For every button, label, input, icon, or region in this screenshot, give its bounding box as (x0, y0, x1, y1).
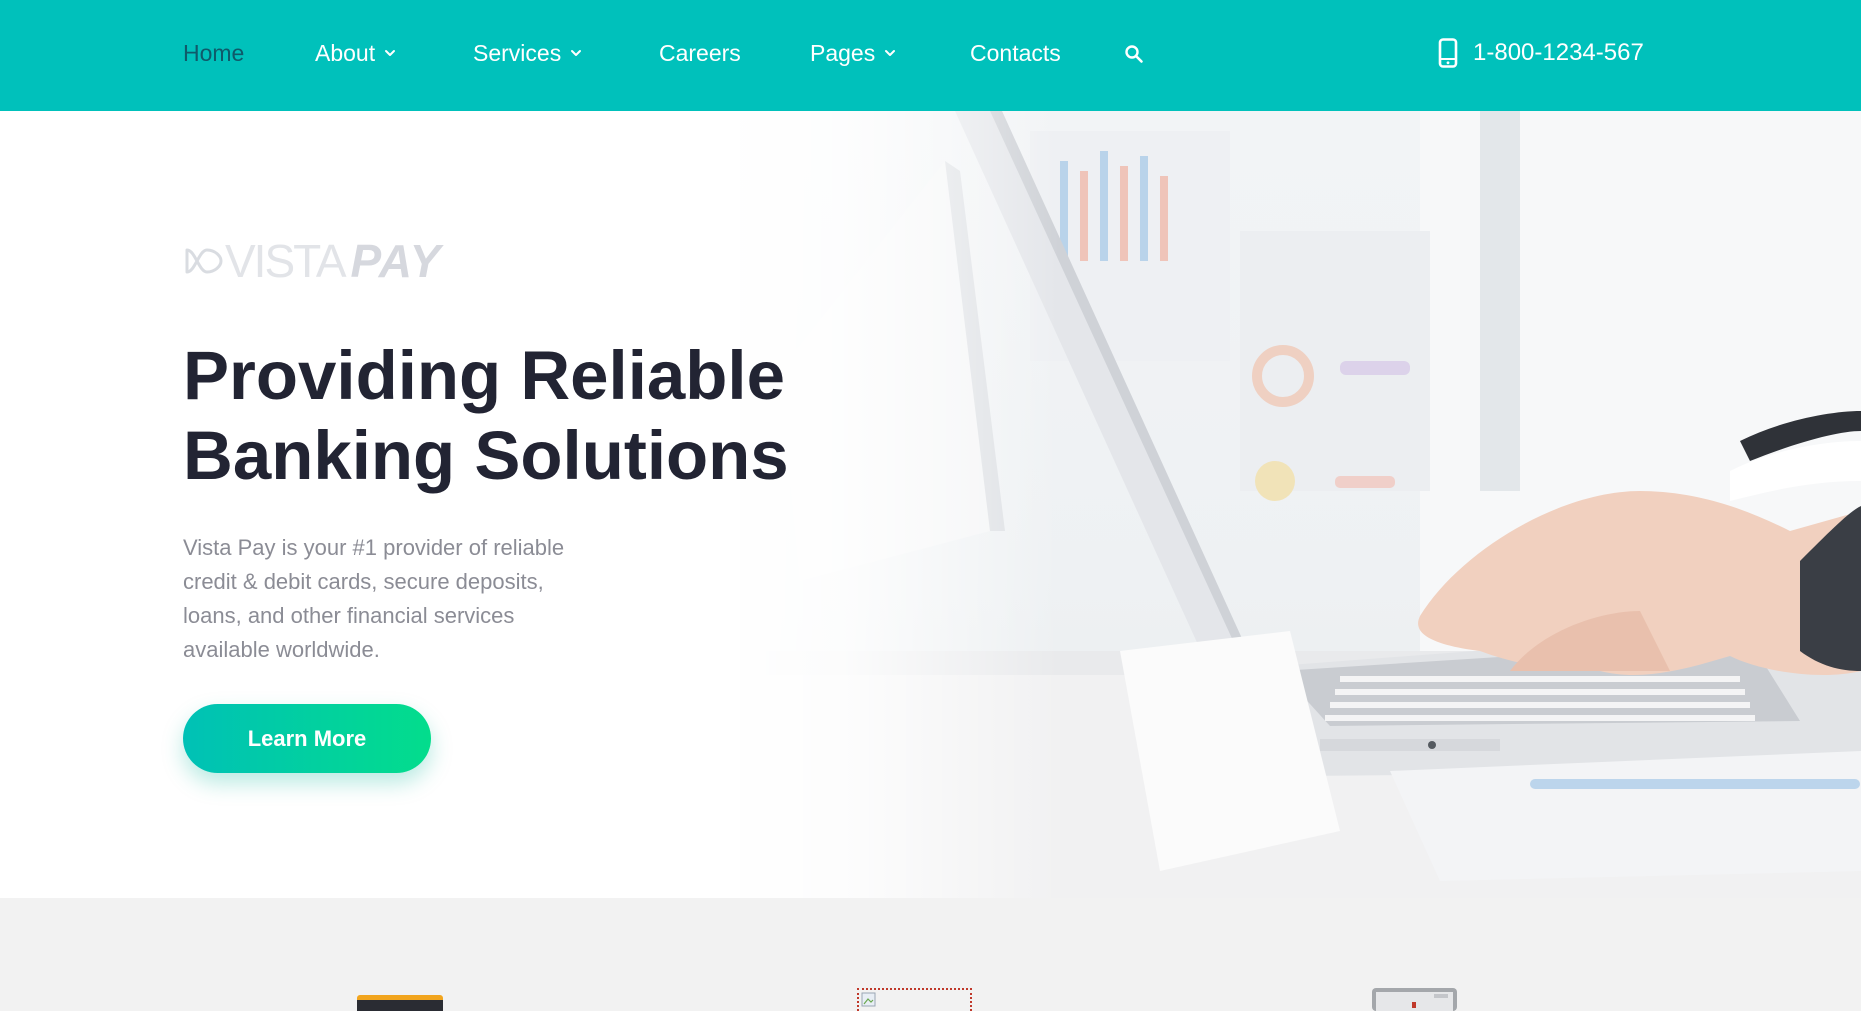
nav-item-label: Careers (659, 40, 741, 66)
nav-item-label: About (315, 40, 376, 66)
top-navigation-bar: Home About Services Careers Pages Contac… (0, 0, 1861, 111)
mobile-phone-icon (1437, 38, 1459, 68)
nav-item-label: Services (473, 40, 562, 66)
learn-more-button[interactable]: Learn More (183, 704, 431, 773)
nav-item-home[interactable]: Home (183, 38, 244, 68)
brand-word-pay: PAY (350, 235, 442, 287)
nav-item-contacts[interactable]: Contacts (970, 38, 1061, 68)
hero-description: Vista Pay is your #1 provider of reliabl… (183, 535, 565, 662)
nav-item-careers[interactable]: Careers (659, 38, 741, 68)
hero-title-line: Banking Solutions (183, 417, 789, 494)
hero-image-fade (700, 111, 1060, 898)
nav-item-label: Home (183, 40, 245, 66)
brand-word-vista: VISTA (225, 235, 347, 287)
nav-item-label: Pages (810, 40, 876, 66)
credit-card-icon (357, 995, 443, 1011)
nav-item-pages[interactable]: Pages (810, 38, 897, 68)
hero-section: VISTA PAY Providing Reliable Banking Sol… (0, 111, 1861, 898)
search-icon[interactable] (1124, 44, 1144, 64)
chevron-down-icon (383, 46, 397, 60)
vista-pay-logo: VISTA PAY (183, 236, 441, 286)
safe-box-icon (1372, 988, 1457, 1011)
hero-title: Providing Reliable Banking Solutions (183, 336, 803, 496)
phone-number: 1-800-1234-567 (1473, 39, 1644, 66)
features-section (0, 898, 1861, 1011)
infinity-logo-icon (183, 240, 225, 282)
phone-contact[interactable]: 1-800-1234-567 (1437, 38, 1644, 68)
chevron-down-icon (883, 46, 897, 60)
hero-title-line: Providing Reliable (183, 337, 785, 414)
nav-item-services[interactable]: Services (473, 38, 583, 68)
nav-item-about[interactable]: About (315, 38, 397, 68)
chevron-down-icon (569, 46, 583, 60)
nav-item-label: Contacts (970, 40, 1061, 66)
broken-image-icon (857, 988, 972, 1011)
